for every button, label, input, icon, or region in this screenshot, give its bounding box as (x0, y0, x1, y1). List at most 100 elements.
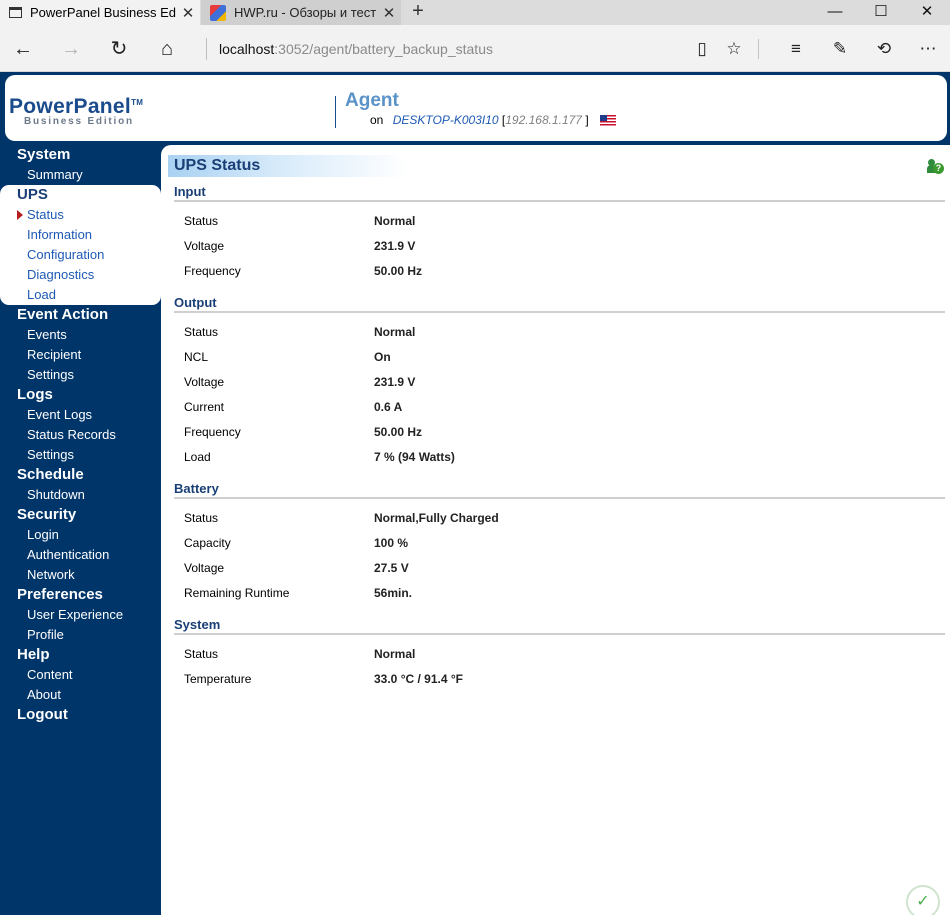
sidebar-item-load[interactable]: Load (0, 285, 161, 305)
status-label: Voltage (184, 561, 225, 575)
toolbar-divider (758, 39, 759, 59)
sidebar-item-label: User Experience (27, 607, 124, 622)
agent-hostname[interactable]: DESKTOP-K003I10 (393, 113, 499, 127)
sidebar-item-label: Logout (17, 706, 68, 723)
section-divider (174, 497, 945, 499)
sidebar-item-authentication[interactable]: Authentication (0, 545, 161, 565)
close-icon[interactable]: ✕ (377, 4, 401, 22)
sidebar-item-recipient[interactable]: Recipient (0, 345, 161, 365)
sidebar-item-user-experience[interactable]: User Experience (0, 605, 161, 625)
sidebar-item-network[interactable]: Network (0, 565, 161, 585)
sidebar-item-shutdown[interactable]: Shutdown (0, 485, 161, 505)
address-toolbar: ← → ↻ ⌂ localhost:3052/agent/battery_bac… (0, 25, 950, 72)
status-value: 231.9 V (374, 375, 416, 389)
sidebar-item-content[interactable]: Content (0, 665, 161, 685)
sidebar-category-logout[interactable]: Logout (0, 705, 161, 725)
help-person-icon[interactable]: ? (927, 159, 944, 175)
sidebar-category-event-action[interactable]: Event Action (0, 305, 161, 325)
ip-bracket-close: ] (585, 113, 589, 127)
sidebar-item-label: About (27, 687, 61, 702)
sidebar-category-preferences[interactable]: Preferences (0, 585, 161, 605)
share-icon[interactable]: ⟲ (872, 37, 896, 61)
page-content: PowerPanelTM Business Edition Agent on D… (0, 72, 950, 915)
section-divider (174, 633, 945, 635)
minimize-icon[interactable]: — (812, 0, 858, 25)
address-input[interactable]: localhost:3052/agent/battery_backup_stat… (206, 38, 676, 60)
maximize-icon[interactable]: ☐ (858, 0, 904, 25)
sidebar-item-label: Shutdown (27, 487, 85, 502)
hwp-favicon-icon (210, 4, 226, 21)
status-value: 27.5 V (374, 561, 409, 575)
favorite-star-icon[interactable]: ☆ (722, 37, 746, 61)
sidebar-category-security[interactable]: Security (0, 505, 161, 525)
status-value: 100 % (374, 536, 409, 550)
status-label: Capacity (184, 536, 231, 550)
sidebar-item-label: Event Action (17, 306, 109, 323)
close-icon[interactable]: ✕ (176, 4, 200, 22)
sidebar-item-label: Events (27, 327, 67, 342)
web-note-icon[interactable]: ✎ (828, 37, 852, 61)
tab-hwp[interactable]: HWP.ru - Обзоры и тесты к ✕ (201, 0, 401, 25)
status-label: Voltage (184, 239, 225, 253)
sidebar-item-label: UPS (17, 186, 48, 203)
us-flag-icon[interactable] (600, 115, 617, 127)
section-divider (174, 311, 945, 313)
status-label: Frequency (184, 264, 241, 278)
sidebar-item-label: Diagnostics (27, 267, 95, 282)
sidebar-category-ups[interactable]: UPS (0, 185, 161, 205)
tab-title: HWP.ru - Обзоры и тесты к (234, 5, 377, 20)
sidebar-item-about[interactable]: About (0, 685, 161, 705)
sidebar-item-summary[interactable]: Summary (0, 165, 161, 185)
status-label: Load (184, 450, 211, 464)
reading-view-icon[interactable]: ▯ (690, 37, 714, 61)
status-value: 56min. (374, 586, 413, 600)
sidebar-item-login[interactable]: Login (0, 525, 161, 545)
sidebar-item-settings[interactable]: Settings (0, 445, 161, 465)
sidebar-item-label: Profile (27, 627, 64, 642)
sidebar-item-event-logs[interactable]: Event Logs (0, 405, 161, 425)
tab-powerpanel[interactable]: PowerPanel Business Ed ✕ (0, 0, 200, 25)
status-label: Status (184, 511, 219, 525)
sidebar-item-status-records[interactable]: Status Records (0, 425, 161, 445)
shield-check-icon[interactable]: ✓ (906, 885, 940, 915)
back-icon[interactable]: ← (11, 37, 35, 61)
status-value: 231.9 V (374, 239, 416, 253)
sidebar-category-schedule[interactable]: Schedule (0, 465, 161, 485)
sidebar-item-label: Schedule (17, 466, 84, 483)
section-title-input: Input (174, 184, 206, 199)
status-label: Frequency (184, 425, 241, 439)
sidebar-item-settings[interactable]: Settings (0, 365, 161, 385)
sidebar-category-logs[interactable]: Logs (0, 385, 161, 405)
sidebar-item-status[interactable]: Status (0, 205, 161, 225)
sidebar-item-label: Event Logs (27, 407, 93, 422)
status-value: 50.00 Hz (374, 264, 423, 278)
header-divider (335, 96, 336, 128)
agent-host-line: on DESKTOP-K003I10 [192.168.1.177 ] (370, 113, 617, 127)
sidebar-category-system[interactable]: System (0, 145, 161, 165)
sidebar-item-label: Authentication (27, 547, 110, 562)
forward-icon[interactable]: → (59, 37, 83, 61)
home-icon[interactable]: ⌂ (155, 37, 179, 61)
sidebar-item-label: Status (27, 207, 64, 222)
sidebar-item-label: Status Records (27, 427, 116, 442)
status-value: Normal,Fully Charged (374, 511, 499, 525)
sidebar-item-events[interactable]: Events (0, 325, 161, 345)
sidebar-item-information[interactable]: Information (0, 225, 161, 245)
hub-icon[interactable]: ≡ (784, 37, 808, 61)
sidebar-item-diagnostics[interactable]: Diagnostics (0, 265, 161, 285)
sidebar-category-help[interactable]: Help (0, 645, 161, 665)
agent-ip: 192.168.1.177 (505, 113, 582, 127)
section-title-output: Output (174, 295, 217, 310)
more-icon[interactable]: ⋯ (916, 37, 940, 61)
status-label: Status (184, 214, 219, 228)
status-value: 33.0 °C / 91.4 °F (374, 672, 463, 686)
sidebar-item-profile[interactable]: Profile (0, 625, 161, 645)
window-close-icon[interactable]: ✕ (904, 0, 950, 25)
app-header: PowerPanelTM Business Edition Agent on D… (5, 75, 947, 141)
url-host: localhost (219, 41, 275, 57)
status-label: Status (184, 647, 219, 661)
sidebar-item-configuration[interactable]: Configuration (0, 245, 161, 265)
new-tab-button[interactable]: + (404, 0, 432, 25)
page-icon (9, 7, 22, 18)
refresh-icon[interactable]: ↻ (107, 37, 131, 61)
